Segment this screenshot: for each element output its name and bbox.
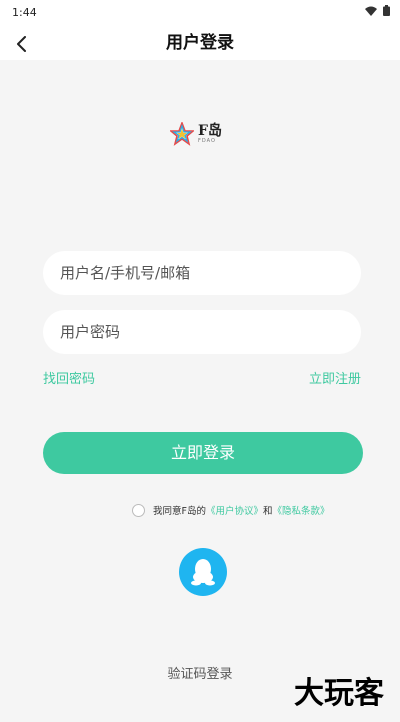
status-icons bbox=[365, 5, 390, 16]
user-agreement-link[interactable]: 《用户协议》 bbox=[206, 503, 263, 517]
password-field-container bbox=[43, 310, 361, 354]
logo-star-icon bbox=[170, 122, 194, 146]
qq-login-button[interactable] bbox=[179, 548, 227, 596]
watermark: 大玩客 bbox=[294, 676, 384, 711]
username-input[interactable] bbox=[43, 251, 361, 295]
form-links: 找回密码 立即注册 bbox=[43, 368, 361, 388]
back-button[interactable] bbox=[8, 30, 36, 58]
login-page: 1:44 用户登录 F岛 FDAO 用户名/手机号/邮箱 找回密码 立即注册 立… bbox=[0, 0, 400, 722]
chevron-left-icon bbox=[17, 36, 26, 52]
page-title: 用户登录 bbox=[166, 33, 234, 53]
battery-icon bbox=[383, 5, 390, 16]
logo-text: F岛 bbox=[198, 123, 222, 139]
qq-icon bbox=[191, 559, 215, 586]
agreement-row: 我同意F岛的 《用户协议》 和 《隐私条款》 bbox=[132, 502, 330, 518]
privacy-policy-link[interactable]: 《隐私条款》 bbox=[273, 503, 330, 517]
password-input[interactable] bbox=[43, 310, 361, 354]
status-time: 1:44 bbox=[12, 6, 37, 19]
status-bar: 1:44 bbox=[0, 0, 400, 26]
agreement-and: 和 bbox=[262, 506, 273, 517]
agreement-checkbox[interactable] bbox=[132, 503, 145, 517]
app-bar: 用户登录 bbox=[0, 26, 400, 60]
logo-wordmark: F岛 FDAO bbox=[198, 124, 222, 144]
register-link[interactable]: 立即注册 bbox=[309, 368, 361, 387]
wifi-icon bbox=[365, 6, 377, 16]
forgot-password-link[interactable]: 找回密码 bbox=[43, 368, 95, 387]
agreement-prefix: 我同意F岛的 bbox=[153, 506, 206, 517]
login-button[interactable]: 立即登录 bbox=[43, 432, 363, 474]
username-field-container bbox=[43, 251, 361, 295]
app-logo: F岛 FDAO bbox=[170, 118, 234, 150]
